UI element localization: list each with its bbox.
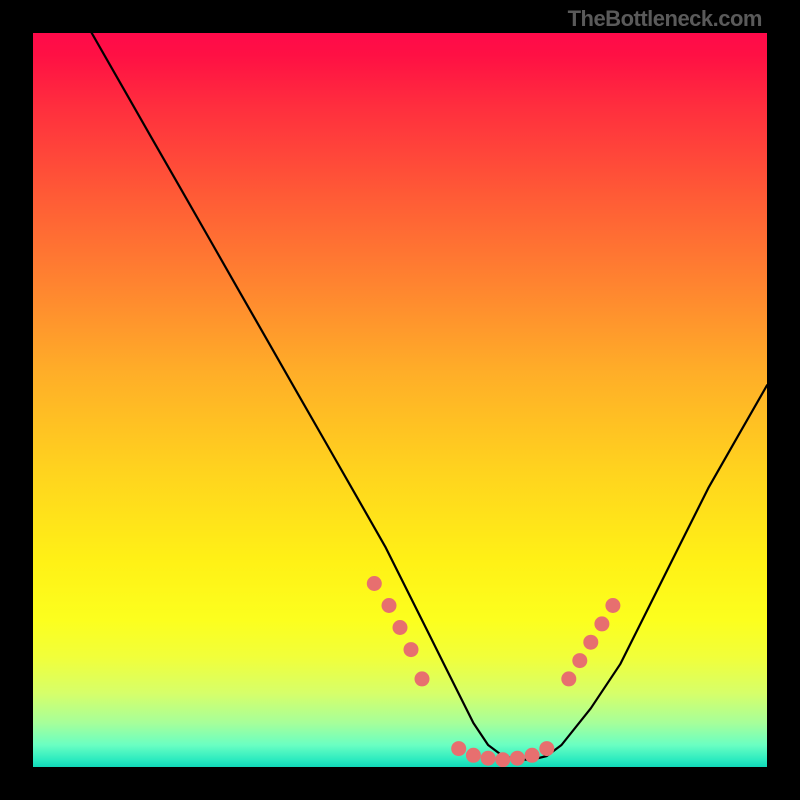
plot-area	[33, 33, 767, 767]
marker-dot	[382, 598, 397, 613]
marker-dot	[495, 752, 510, 767]
marker-dot	[525, 748, 540, 763]
chart-frame: TheBottleneck.com	[0, 0, 800, 800]
marker-dot	[539, 741, 554, 756]
marker-dot	[415, 671, 430, 686]
bottleneck-curve	[33, 33, 767, 767]
marker-dot	[451, 741, 466, 756]
marker-dot	[605, 598, 620, 613]
marker-dot	[404, 642, 419, 657]
marker-dot	[594, 616, 609, 631]
attribution-text: TheBottleneck.com	[568, 6, 762, 32]
marker-dot	[572, 653, 587, 668]
marker-dot	[481, 751, 496, 766]
curve-path	[92, 33, 767, 760]
marker-dot	[561, 671, 576, 686]
marker-dot	[393, 620, 408, 635]
marker-dot	[510, 751, 525, 766]
marker-dot	[583, 635, 598, 650]
marker-dot	[367, 576, 382, 591]
marker-dot	[466, 748, 481, 763]
